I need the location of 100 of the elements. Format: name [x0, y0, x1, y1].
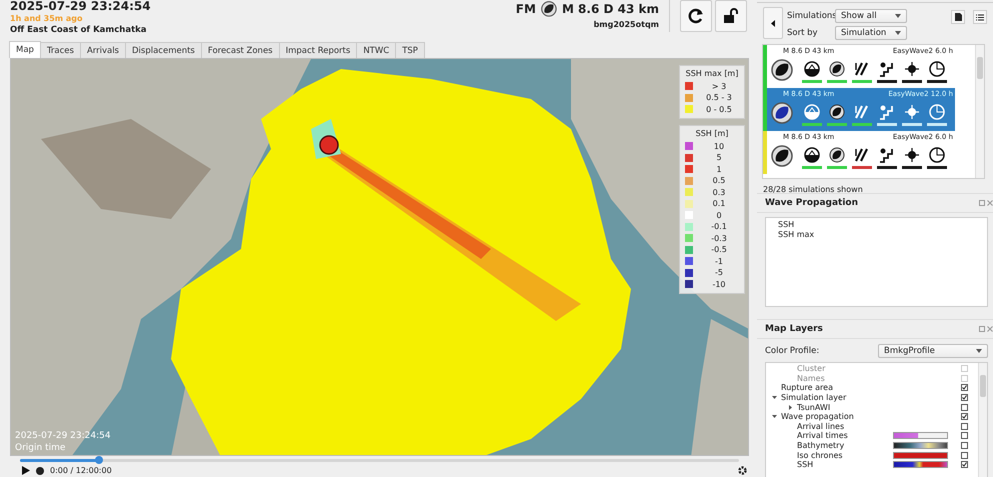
- layer-checkbox[interactable]: [961, 384, 968, 392]
- expanded-arrow-icon[interactable]: [772, 395, 776, 400]
- colorbar-drawing: [893, 461, 948, 468]
- layer-checkbox[interactable]: [961, 422, 968, 430]
- legend-title: SSH max [m]: [685, 69, 739, 78]
- list-item[interactable]: SSH max: [766, 230, 987, 240]
- beachball-icon: [829, 61, 845, 77]
- beachball-icon: [829, 147, 845, 163]
- legend-label: -0.5: [710, 245, 728, 254]
- lock-button[interactable]: [715, 0, 747, 32]
- layer-row[interactable]: TsunAWI: [766, 402, 978, 412]
- dropdown-arrow-icon: [895, 14, 901, 18]
- layer-label: Rupture area: [781, 383, 833, 392]
- collapsed-arrow-icon[interactable]: [788, 404, 792, 410]
- colorbar-drawing: [893, 442, 948, 450]
- legend-label: 0 - 0.5: [705, 104, 733, 114]
- layer-row[interactable]: Rupture area: [766, 383, 978, 393]
- map-timestamp: 2025-07-29 23:24:54: [15, 431, 111, 442]
- beachball-icon: [829, 104, 845, 120]
- panel-title: Wave Propagation: [765, 198, 858, 208]
- slash-icon: [854, 147, 870, 163]
- legend-label: 0.3: [712, 188, 726, 197]
- dropdown-arrow-icon: [895, 31, 901, 35]
- dock-buttons-icon: [979, 326, 993, 332]
- legend-label: 0.5 - 3: [705, 93, 733, 102]
- layer-label: Simulation layer: [781, 393, 846, 402]
- list-icon: [976, 14, 984, 20]
- tab[interactable]: Displacements: [124, 42, 202, 58]
- filter-label: Simulations: [787, 11, 835, 21]
- tab[interactable]: Traces: [40, 42, 81, 58]
- playback-time: 0:00 / 12:00:00: [50, 466, 112, 476]
- expanded-arrow-icon[interactable]: [772, 414, 776, 420]
- check-icon: [962, 414, 967, 420]
- legend-label: 0: [715, 210, 723, 220]
- layer-label: Arrival times: [797, 431, 848, 440]
- beachball-icon: [771, 59, 793, 81]
- layer-row[interactable]: Wave propagation: [766, 412, 978, 422]
- layer-checkbox[interactable]: [961, 461, 968, 468]
- document-button[interactable]: [951, 10, 965, 24]
- legend-label: -10: [711, 280, 727, 289]
- layer-label: Wave propagation: [781, 412, 854, 422]
- layer-checkbox[interactable]: [961, 432, 968, 440]
- refresh-button[interactable]: [680, 0, 712, 32]
- pie-icon: [929, 147, 945, 163]
- event-time: 2025-07-29 23:24:54: [10, 0, 152, 13]
- event-region: Off East Coast of Kamchatka: [10, 25, 148, 35]
- play-icon[interactable]: [22, 466, 30, 476]
- layer-checkbox[interactable]: [961, 442, 968, 450]
- tab[interactable]: TSP: [395, 42, 425, 58]
- legend-label: > 3: [710, 82, 728, 91]
- layer-checkbox[interactable]: [961, 394, 968, 402]
- stairs-icon: [879, 104, 895, 120]
- legend-label: -1: [714, 256, 724, 266]
- colorbar-drawing: [893, 452, 948, 459]
- slash-icon: [854, 61, 870, 77]
- layer-label: Arrival lines: [797, 422, 844, 431]
- legend-label: 1: [715, 164, 723, 174]
- gauge-icon: [804, 61, 820, 77]
- filter-dropdown[interactable]: Show all: [835, 9, 907, 23]
- panel-title: Map Layers: [765, 324, 823, 334]
- check-icon: [962, 462, 967, 468]
- layer-row[interactable]: Simulation layer: [766, 392, 978, 402]
- tab[interactable]: Forecast Zones: [200, 42, 280, 58]
- timeline-thumb[interactable]: [95, 456, 104, 464]
- tab[interactable]: Arrivals: [80, 42, 126, 58]
- layer-checkbox[interactable]: [961, 404, 968, 411]
- layer-checkbox[interactable]: [961, 452, 968, 459]
- slash-icon: [854, 104, 870, 120]
- legend-label: 5: [715, 153, 723, 162]
- layer-label: Cluster: [797, 364, 826, 374]
- list-item[interactable]: SSH: [766, 220, 987, 230]
- gauge-icon: [804, 147, 820, 163]
- layer-row[interactable]: Arrival times: [766, 431, 978, 441]
- layer-checkbox[interactable]: [961, 413, 968, 420]
- layer-row[interactable]: Iso chrones: [766, 450, 978, 460]
- tab[interactable]: Impact Reports: [278, 42, 358, 58]
- tab[interactable]: Map: [9, 41, 41, 58]
- event-type: FM: [516, 2, 536, 16]
- legend-label: 10: [712, 142, 726, 151]
- gauge-icon: [804, 104, 820, 120]
- tab[interactable]: NTWC: [356, 42, 396, 58]
- layer-label: Iso chrones: [797, 450, 843, 460]
- legend-label: -0.3: [710, 234, 728, 243]
- layer-row[interactable]: Arrival lines: [766, 422, 978, 432]
- color-profile-dropdown[interactable]: BmkgProfile: [878, 344, 988, 358]
- settings-icon[interactable]: [738, 466, 747, 476]
- crosshair-icon: [904, 61, 920, 77]
- sort-dropdown[interactable]: Simulation: [835, 26, 907, 40]
- dock-buttons-icon: [979, 200, 993, 206]
- crosshair-icon: [904, 104, 920, 120]
- list-button[interactable]: [973, 10, 987, 24]
- layer-label: Names: [797, 374, 825, 383]
- layer-row[interactable]: Bathymetry: [766, 440, 978, 450]
- collapse-button[interactable]: [763, 7, 783, 39]
- pie-icon: [929, 104, 945, 120]
- layer-label: Bathymetry: [797, 441, 844, 450]
- timestamp-caption: Origin time: [15, 443, 66, 454]
- event-age: 1h and 35m ago: [10, 14, 84, 23]
- legend-label: 0.5: [712, 176, 726, 186]
- layer-row[interactable]: SSH: [766, 460, 978, 470]
